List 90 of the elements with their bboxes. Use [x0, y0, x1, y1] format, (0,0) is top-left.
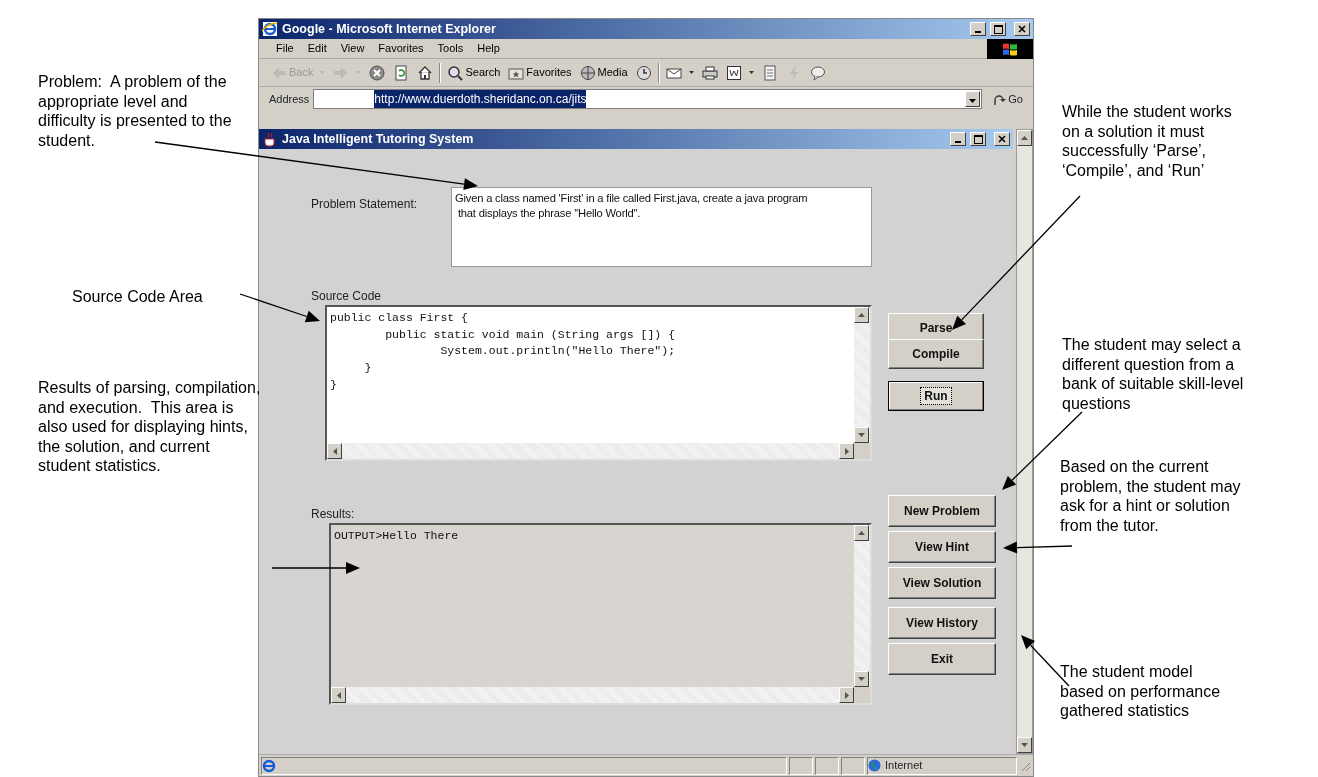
close-button[interactable]	[994, 132, 1010, 146]
down-triangle-icon	[858, 433, 865, 437]
browser-logo-icon	[262, 21, 278, 37]
scroll-left-button[interactable]	[327, 443, 342, 459]
down-triangle-icon	[858, 677, 865, 681]
source-code-text: public class First { public static void main (String args []) { System.out.println("Hello There"); } }	[329, 310, 677, 393]
up-triangle-icon	[1021, 136, 1028, 140]
address-label: Address	[269, 91, 310, 107]
problem-statement-text: Given a class named 'First' in a file called First.java, create a java program that displays the phrase ''Hello World''.	[451, 187, 872, 267]
minimize-button[interactable]	[950, 132, 966, 146]
menu-item[interactable]: Edit	[300, 40, 334, 57]
address-field[interactable]: http://www.duerdoth.sheridanc.on.ca/jits	[313, 89, 983, 109]
menu-item[interactable]: Help	[470, 40, 507, 57]
globe-icon	[868, 759, 881, 772]
scroll-up-button[interactable]	[854, 525, 869, 541]
scroll-up-button[interactable]	[1017, 130, 1032, 146]
speech-bubble-icon	[809, 64, 826, 81]
results-area[interactable]: OUTPUT>Hello There	[329, 523, 872, 705]
app-button[interactable]: Exit	[888, 643, 996, 675]
applet-title: Java Intelligent Tutoring System	[282, 130, 475, 148]
stop-icon	[369, 64, 386, 81]
zone-text: Internet	[885, 758, 923, 774]
search-icon	[447, 64, 464, 81]
scroll-down-button[interactable]	[1017, 737, 1032, 753]
close-button[interactable]	[1014, 22, 1030, 36]
annotation-text: Results of parsing, compilation, and execution. This area is also used for displaying hints, the solution, and current student statistics.	[38, 378, 262, 476]
scroll-left-button[interactable]	[331, 687, 346, 703]
app-button[interactable]: View History	[888, 607, 996, 639]
media-button[interactable]: Media	[577, 64, 630, 81]
document-w-icon	[725, 64, 742, 81]
left-triangle-icon	[336, 691, 341, 699]
app-button[interactable]: View Solution	[888, 567, 996, 599]
app-button[interactable]: New Problem	[888, 495, 996, 527]
print-button[interactable]	[699, 64, 720, 81]
menu-item[interactable]: File	[269, 40, 301, 57]
arrow	[1003, 541, 1073, 554]
window-title: Google - Microsoft Internet Explorer	[282, 20, 497, 38]
left-triangle-icon	[332, 447, 337, 455]
maximize-icon	[993, 24, 1003, 34]
page-logo-icon	[262, 758, 276, 773]
search-button[interactable]: Search	[445, 64, 503, 81]
annotation-text: While the student works on a solution it must successfully ‘Parse’, ‘Compile’, and ‘Run’	[1062, 102, 1233, 181]
printer-icon	[701, 64, 718, 81]
stop-button[interactable]	[367, 64, 388, 81]
globe-film-icon	[579, 64, 596, 81]
annotation-text: Source Code Area	[72, 287, 204, 307]
annotation-text: The student model based on performance gathered statistics	[1060, 662, 1222, 721]
maximize-button[interactable]	[990, 22, 1006, 36]
minimize-button[interactable]	[970, 22, 986, 36]
field-label: Results:	[311, 506, 356, 523]
annotation-text: The student may select a different question from a bank of suitable skill-level questions	[1062, 335, 1245, 414]
refresh-icon	[393, 64, 410, 81]
close-icon	[998, 135, 1006, 143]
dropdown-caret-icon	[969, 99, 977, 104]
annotation-text: Based on the current problem, the student may ask for a hint or solution from the tutor.	[1060, 457, 1242, 536]
app-button[interactable]: View Hint	[888, 531, 996, 563]
menu-item[interactable]: View	[333, 40, 372, 57]
scroll-right-button[interactable]	[839, 687, 854, 703]
app-button[interactable]: Run	[888, 381, 984, 411]
up-triangle-icon	[858, 313, 865, 317]
scroll-up-button[interactable]	[854, 307, 869, 323]
scrollbar-corner	[854, 443, 870, 459]
java-cup-icon	[262, 131, 278, 147]
maximize-icon	[973, 134, 983, 144]
field-label: Problem Statement:	[311, 196, 419, 213]
document-lines-icon	[761, 64, 778, 81]
scrollbar-corner	[854, 687, 870, 703]
scroll-down-button[interactable]	[854, 427, 869, 443]
annotation-text: Problem: A problem of the appropriate level and difficulty is presented to the student.	[38, 72, 233, 151]
down-triangle-icon	[1021, 743, 1028, 747]
field-label: Source Code	[311, 288, 383, 305]
menu-item[interactable]: Favorites	[371, 40, 431, 57]
windows-logo-icon	[1002, 41, 1018, 56]
right-triangle-icon	[844, 691, 849, 699]
results-text: OUTPUT>Hello There	[333, 528, 460, 544]
maximize-button[interactable]	[970, 132, 986, 146]
app-button[interactable]: Compile	[888, 339, 984, 369]
scroll-down-button[interactable]	[854, 671, 869, 687]
close-icon	[1018, 25, 1026, 33]
up-triangle-icon	[858, 531, 865, 535]
go-button[interactable]: Go	[986, 90, 1029, 108]
favorites-button[interactable]: Favorites	[506, 64, 574, 81]
menu-item[interactable]: Tools	[430, 40, 471, 57]
dropdown-caret-icon	[688, 71, 694, 74]
right-triangle-icon	[844, 447, 849, 455]
source-code-area[interactable]: public class First { public static void main (String args []) { System.out.println("Hello There"); } }	[325, 305, 872, 461]
home-icon	[417, 64, 434, 81]
curved-arrow-icon	[992, 92, 1007, 106]
scroll-right-button[interactable]	[839, 443, 854, 459]
dropdown-caret-icon	[748, 71, 754, 74]
